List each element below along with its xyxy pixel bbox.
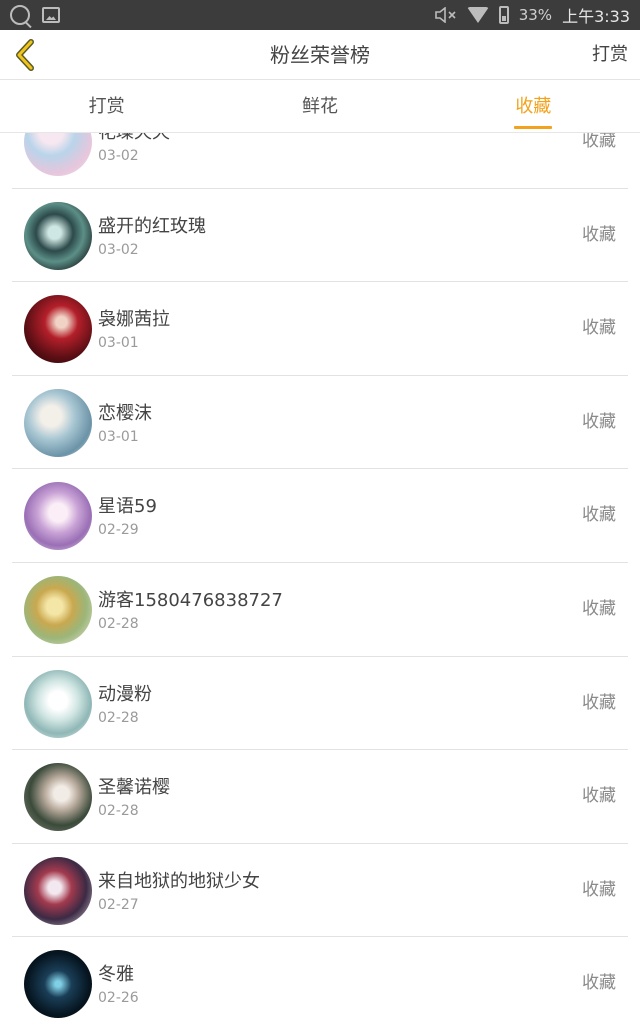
avatar[interactable] [24, 133, 92, 176]
avatar[interactable] [24, 950, 92, 1019]
list-item[interactable]: 袅娜茜拉 03-01 收藏 [12, 282, 628, 376]
list-item[interactable]: 冬雅 02-26 收藏 [12, 937, 628, 1024]
fan-name: 恋樱沫 [98, 402, 152, 424]
list-item[interactable]: 花璨天天 03-02 收藏 [12, 133, 628, 189]
avatar[interactable] [24, 201, 92, 270]
image-notification-icon [42, 7, 60, 23]
list-item[interactable]: 星语59 02-29 收藏 [12, 469, 628, 563]
action-label: 收藏 [582, 318, 616, 339]
fan-name: 花璨天天 [98, 133, 170, 144]
fan-name: 星语59 [98, 496, 157, 518]
fan-list[interactable]: 花璨天天 03-02 收藏 盛开的红玫瑰 03-02 收藏 袅娜茜拉 03-01… [0, 133, 640, 1024]
fan-name: 冬雅 [98, 964, 134, 986]
tab-favorites[interactable]: 收藏 [427, 81, 640, 132]
clock: 上午3:33 [562, 7, 630, 26]
fan-date: 02-29 [98, 522, 139, 539]
tab-bar: 打赏 鲜花 收藏 [0, 81, 640, 133]
action-label: 收藏 [582, 879, 616, 900]
notification-app-icon [10, 5, 30, 25]
avatar[interactable] [24, 388, 92, 457]
avatar[interactable] [24, 669, 92, 738]
avatar[interactable] [24, 575, 92, 644]
fan-date: 02-28 [98, 615, 139, 632]
fan-date: 03-02 [98, 241, 139, 258]
avatar[interactable] [24, 295, 92, 364]
fan-name: 圣馨诺樱 [98, 777, 170, 799]
list-item[interactable]: 圣馨诺樱 02-28 收藏 [12, 750, 628, 844]
fan-date: 02-28 [98, 803, 139, 820]
reward-button[interactable]: 打赏 [592, 30, 628, 80]
fan-date: 02-27 [98, 896, 139, 913]
avatar[interactable] [24, 763, 92, 832]
fan-name: 动漫粉 [98, 683, 152, 705]
avatar[interactable] [24, 856, 92, 925]
action-label: 收藏 [582, 505, 616, 526]
fan-date: 02-26 [98, 990, 139, 1007]
fan-date: 03-02 [98, 148, 139, 164]
page-title: 粉丝荣誉榜 [270, 43, 370, 67]
avatar[interactable] [24, 482, 92, 551]
list-item[interactable]: 游客1580476838727 02-28 收藏 [12, 563, 628, 657]
action-label: 收藏 [582, 133, 616, 151]
mute-icon [434, 6, 457, 24]
battery-percent: 33% [518, 6, 553, 24]
fan-date: 03-01 [98, 335, 139, 352]
list-item[interactable]: 盛开的红玫瑰 03-02 收藏 [12, 189, 628, 283]
list-item[interactable]: 动漫粉 02-28 收藏 [12, 657, 628, 751]
app-header: 粉丝荣誉榜 打赏 [0, 30, 640, 80]
action-label: 收藏 [582, 598, 616, 619]
fan-name: 游客1580476838727 [98, 589, 283, 611]
status-bar: 33% 上午3:33 [0, 0, 640, 30]
fan-name: 盛开的红玫瑰 [98, 215, 206, 237]
battery-icon [498, 6, 509, 24]
fan-date: 03-01 [98, 428, 139, 445]
fan-date: 02-28 [98, 709, 139, 726]
action-label: 收藏 [582, 786, 616, 807]
action-label: 收藏 [582, 692, 616, 713]
action-label: 收藏 [582, 973, 616, 994]
action-label: 收藏 [582, 224, 616, 245]
wifi-icon [466, 7, 489, 23]
list-item[interactable]: 来自地狱的地狱少女 02-27 收藏 [12, 844, 628, 938]
fan-name: 袅娜茜拉 [98, 309, 170, 331]
list-item[interactable]: 恋樱沫 03-01 收藏 [12, 376, 628, 470]
tab-reward[interactable]: 打赏 [0, 81, 213, 132]
action-label: 收藏 [582, 411, 616, 432]
fan-name: 来自地狱的地狱少女 [98, 870, 260, 892]
tab-flowers[interactable]: 鲜花 [213, 81, 426, 132]
